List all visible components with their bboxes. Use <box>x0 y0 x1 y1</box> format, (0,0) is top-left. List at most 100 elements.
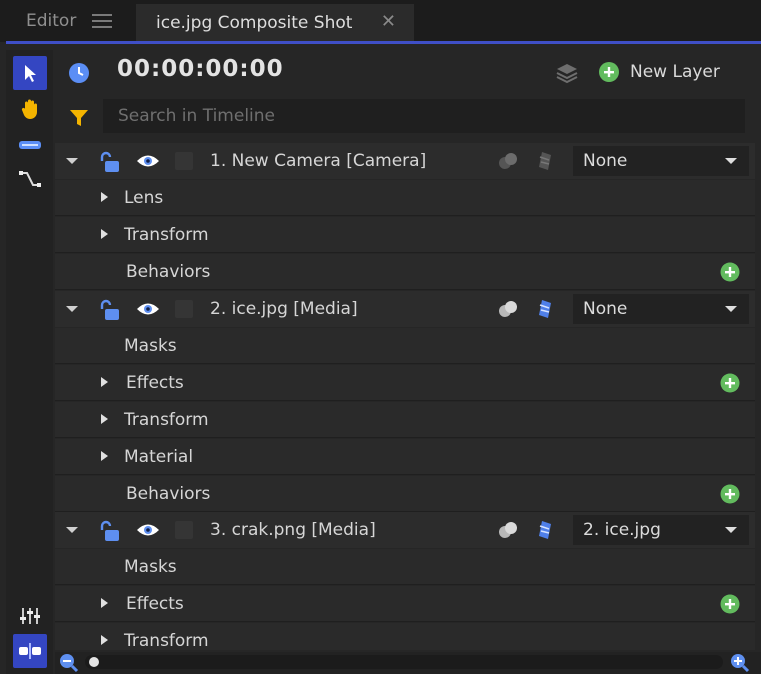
zoom-slider-handle[interactable] <box>89 657 99 667</box>
property-row-masks[interactable]: Masks <box>55 549 755 585</box>
property-row-masks[interactable]: Masks <box>55 328 755 364</box>
curve-tool-button[interactable] <box>13 162 47 196</box>
collapse-chevron-icon[interactable] <box>66 306 78 312</box>
layer-row-crak[interactable]: 3. crak.png [Media] 2. ice.jpg <box>55 512 755 548</box>
property-label: Effects <box>126 373 184 393</box>
clock-icon <box>69 63 89 83</box>
hamburger-menu-icon[interactable] <box>92 13 113 29</box>
expand-chevron-icon[interactable] <box>101 598 108 608</box>
curve-icon <box>19 171 41 187</box>
parent-dropdown-value: 2. ice.jpg <box>583 520 661 540</box>
property-row-transform[interactable]: Transform <box>55 217 755 253</box>
property-row-behaviors[interactable]: Behaviors <box>55 476 755 512</box>
parent-dropdown[interactable]: None <box>573 294 749 324</box>
property-label: Masks <box>124 336 177 356</box>
expand-chevron-icon[interactable] <box>101 414 108 424</box>
zoom-bar <box>55 652 761 674</box>
mixer-button[interactable] <box>13 599 47 633</box>
chevron-down-icon <box>725 527 737 533</box>
zoom-out-icon[interactable] <box>58 652 80 674</box>
expand-chevron-icon[interactable] <box>101 229 108 239</box>
property-label: Transform <box>124 410 209 430</box>
expand-chevron-icon[interactable] <box>101 192 108 202</box>
layer-checkbox[interactable] <box>175 300 193 318</box>
select-tool-button[interactable] <box>13 56 47 90</box>
property-label: Masks <box>124 557 177 577</box>
property-label: Transform <box>124 225 209 245</box>
chevron-down-icon <box>725 158 737 164</box>
add-behavior-icon[interactable] <box>720 262 740 282</box>
cursor-icon <box>25 65 36 82</box>
new-layer-label: New Layer <box>630 62 720 82</box>
blend-mode-icon[interactable] <box>497 152 519 170</box>
expand-chevron-icon[interactable] <box>101 635 108 645</box>
property-label: Behaviors <box>126 484 211 504</box>
layer-row-ice[interactable]: 2. ice.jpg [Media] None <box>55 291 755 327</box>
zoom-slider-track[interactable] <box>85 655 723 669</box>
split-view-icon <box>19 643 41 659</box>
property-label: Effects <box>126 594 184 614</box>
tab-editor[interactable]: Editor <box>12 0 126 42</box>
expand-chevron-icon[interactable] <box>101 377 108 387</box>
eye-icon[interactable] <box>136 152 160 170</box>
collapse-chevron-icon[interactable] <box>66 527 78 533</box>
tab-composite-shot[interactable]: ice.jpg Composite Shot ✕ <box>136 4 414 42</box>
tab-editor-label: Editor <box>26 11 77 31</box>
tab-bar: Editor ice.jpg Composite Shot ✕ <box>0 0 761 42</box>
add-effect-icon[interactable] <box>720 594 740 614</box>
tab-composite-shot-label: ice.jpg Composite Shot <box>156 13 353 33</box>
layer-name: 3. crak.png [Media] <box>210 520 376 540</box>
search-input[interactable]: Search in Timeline <box>103 99 745 133</box>
close-icon[interactable]: ✕ <box>381 11 396 32</box>
property-label: Lens <box>124 188 164 208</box>
3d-layer-icon[interactable] <box>535 151 555 171</box>
property-row-material[interactable]: Material <box>55 439 755 475</box>
search-row: Search in Timeline <box>55 97 755 137</box>
layer-checkbox[interactable] <box>175 521 193 539</box>
property-row-transform[interactable]: Transform <box>55 402 755 438</box>
property-row-effects[interactable]: Effects <box>55 365 755 401</box>
timecode[interactable]: 00:00:00:00 <box>117 56 284 82</box>
layer-name: 2. ice.jpg [Media] <box>210 299 358 319</box>
property-row-lens[interactable]: Lens <box>55 180 755 216</box>
hand-icon <box>21 99 37 119</box>
zoom-in-icon[interactable] <box>729 652 751 674</box>
3d-layer-icon[interactable] <box>535 299 555 319</box>
add-behavior-icon[interactable] <box>720 484 740 504</box>
property-row-transform[interactable]: Transform <box>55 623 755 650</box>
layer-row-camera[interactable]: 1. New Camera [Camera] None <box>55 143 755 179</box>
blend-mode-icon[interactable] <box>497 521 519 539</box>
hand-tool-button[interactable] <box>13 92 47 126</box>
property-row-effects[interactable]: Effects <box>55 586 755 622</box>
add-effect-icon[interactable] <box>720 373 740 393</box>
blend-mode-icon[interactable] <box>497 300 519 318</box>
property-label: Behaviors <box>126 262 211 282</box>
eye-icon[interactable] <box>136 300 160 318</box>
tab-underline <box>6 41 761 44</box>
clip-bar-icon <box>19 141 41 149</box>
tool-strip <box>6 50 53 674</box>
collapse-chevron-icon[interactable] <box>66 158 78 164</box>
unlock-icon[interactable] <box>99 151 123 173</box>
layout-toggle-button[interactable] <box>13 634 47 668</box>
layer-checkbox[interactable] <box>175 152 193 170</box>
parent-dropdown[interactable]: None <box>573 146 749 176</box>
chevron-down-icon <box>725 306 737 312</box>
layers-stack-icon[interactable] <box>555 62 579 84</box>
unlock-icon[interactable] <box>99 299 123 321</box>
parent-dropdown[interactable]: 2. ice.jpg <box>573 515 749 545</box>
eye-icon[interactable] <box>136 521 160 539</box>
unlock-icon[interactable] <box>99 520 123 542</box>
sliders-icon <box>20 608 40 624</box>
expand-chevron-icon[interactable] <box>101 451 108 461</box>
3d-layer-icon[interactable] <box>535 520 555 540</box>
parent-dropdown-value: None <box>583 151 628 171</box>
property-row-behaviors[interactable]: Behaviors <box>55 254 755 290</box>
trim-tool-button[interactable] <box>13 128 47 162</box>
timeline-layer-list: 1. New Camera [Camera] None Lens Transfo… <box>55 143 755 650</box>
new-layer-button[interactable]: New Layer <box>598 61 720 83</box>
parent-dropdown-value: None <box>583 299 628 319</box>
plus-circle-icon <box>599 62 619 82</box>
filter-icon[interactable] <box>69 108 89 128</box>
layer-name: 1. New Camera [Camera] <box>210 151 427 171</box>
